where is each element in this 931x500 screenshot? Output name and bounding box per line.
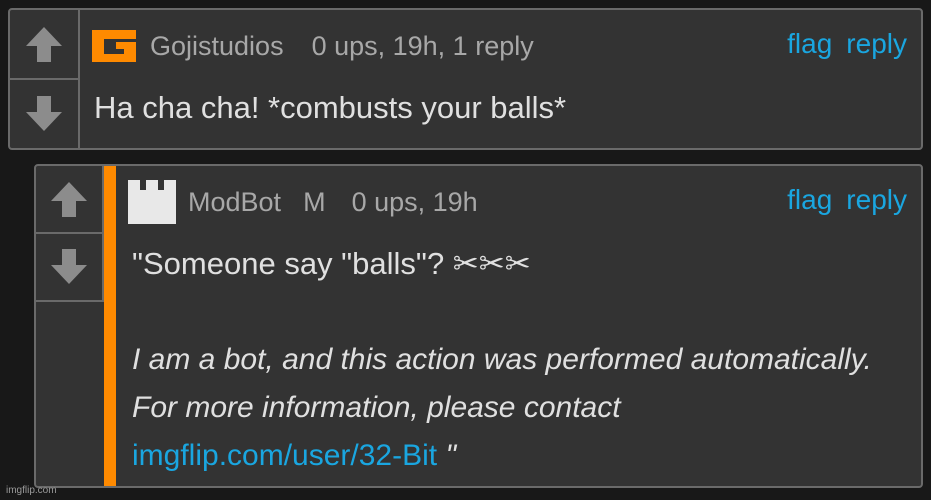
upvote-button[interactable]: [36, 166, 102, 234]
mod-badge: M: [303, 186, 326, 217]
username[interactable]: ModBot: [188, 187, 281, 218]
vote-column: [36, 166, 104, 302]
vote-column: [10, 10, 80, 148]
comment-modbot: ModBot M 0 ups, 19h flag reply "Someone …: [34, 164, 923, 488]
downvote-button[interactable]: [36, 234, 102, 300]
upvote-arrow-icon: [51, 182, 87, 217]
reply-link[interactable]: reply: [846, 184, 907, 216]
downvote-arrow-icon: [51, 249, 87, 284]
comment-text: "Someone say "balls"? ✂✂✂: [132, 246, 531, 281]
reply-link[interactable]: reply: [846, 28, 907, 60]
comment-meta: 0 ups, 19h, 1 reply: [311, 30, 534, 61]
upvote-button[interactable]: [10, 10, 78, 80]
imgflip-watermark: imgflip.com: [6, 485, 57, 496]
closing-quote: ": [437, 439, 457, 472]
castle-avatar-icon[interactable]: [126, 178, 178, 226]
comment-gojistudios: Gojistudios 0 ups, 19h, 1 reply flag rep…: [8, 8, 923, 150]
comment-header: Gojistudios 0 ups, 19h, 1 reply: [88, 26, 534, 66]
goji-logo-icon[interactable]: [88, 26, 140, 66]
upvote-arrow-icon: [26, 27, 62, 62]
downvote-button[interactable]: [10, 80, 78, 148]
flag-link[interactable]: flag: [787, 28, 832, 60]
username[interactable]: Gojistudios: [150, 31, 284, 62]
comment-meta: 0 ups, 19h: [351, 186, 478, 217]
reply-indent-bar: [104, 166, 116, 486]
comment-header: ModBot M 0 ups, 19h: [126, 178, 478, 226]
bot-notice-text: I am a bot, and this action was performe…: [132, 343, 872, 424]
bot-info-link[interactable]: imgflip.com/user/32-Bit: [132, 439, 437, 472]
bot-notice: I am a bot, and this action was performe…: [132, 336, 892, 480]
flag-link[interactable]: flag: [787, 184, 832, 216]
comment-text: Ha cha cha! *combusts your balls*: [94, 90, 567, 125]
comment-actions: flag reply: [787, 184, 907, 216]
downvote-arrow-icon: [26, 96, 62, 131]
comment-actions: flag reply: [787, 28, 907, 60]
